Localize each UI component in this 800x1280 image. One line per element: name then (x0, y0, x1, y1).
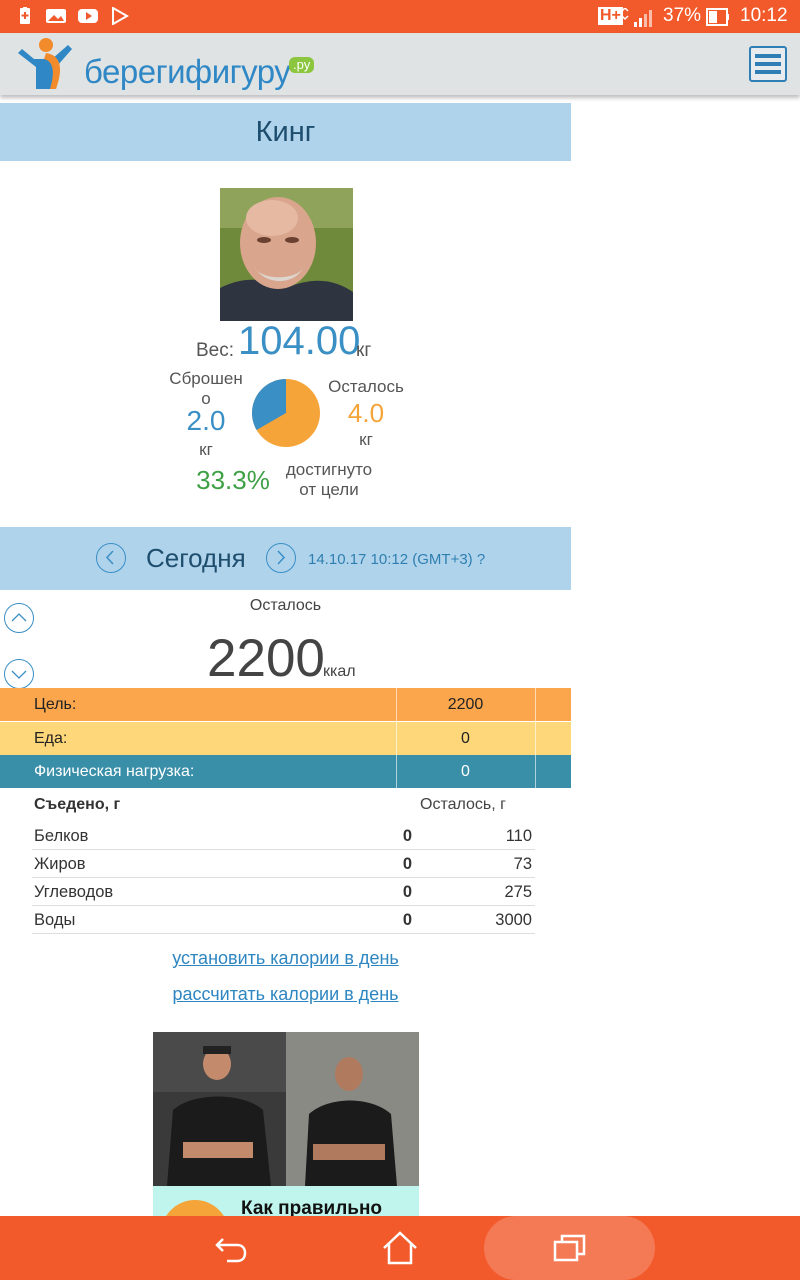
remaining-value: 4.0 (347, 398, 385, 428)
logo-figure-icon[interactable] (12, 37, 82, 91)
profile-name-bar: Кинг (0, 103, 571, 161)
profile-name: Кинг (255, 116, 316, 148)
kcal-remaining-value: 2200 (207, 629, 325, 688)
macro-row-water: Воды 0 3000 (32, 906, 535, 934)
chevron-right-icon (277, 550, 286, 565)
remaining-unit: кг (359, 430, 373, 449)
lost-value: 2.0 (186, 405, 226, 436)
today-datetime[interactable]: 14.10.17 10:12 (GMT+3) ? (308, 551, 485, 568)
signal-icon (621, 8, 652, 27)
lost-label: Сброшен о (169, 369, 243, 408)
weight-unit: кг (356, 340, 372, 361)
logo-suffix: .ру (289, 57, 315, 73)
calc-calories-link[interactable]: рассчитать калории в день (0, 984, 571, 1005)
lost-unit: кг (199, 440, 213, 459)
scroll-down-button[interactable] (4, 659, 34, 689)
app-header: берегифигуру .ру (0, 33, 800, 95)
prev-day-button[interactable] (96, 543, 126, 573)
macro-row-protein: Белков 0 110 (32, 822, 535, 850)
remaining-header: Осталось, г (420, 796, 506, 813)
play-store-icon (112, 7, 130, 25)
progress-pie-chart (252, 379, 320, 447)
back-icon[interactable] (213, 1233, 249, 1265)
youtube-icon (78, 9, 98, 23)
macro-row-fat: Жиров 0 73 (32, 850, 535, 878)
promo-caption: Как правильно (241, 1198, 383, 1217)
today-bar: Сегодня 14.10.17 10:12 (GMT+3) ? (0, 527, 571, 590)
eaten-header: Съедено, г (34, 796, 121, 813)
clock: 10:12 (740, 5, 788, 26)
chevron-left-icon (105, 550, 114, 565)
status-bar: H+ 37% 10:12 (0, 0, 800, 33)
promo-badge (161, 1200, 229, 1217)
kcal-remaining-label: Осталось (249, 597, 322, 614)
avatar[interactable] (220, 188, 353, 321)
home-icon[interactable] (381, 1230, 419, 1266)
set-calories-link[interactable]: установить калории в день (0, 948, 571, 969)
progress-label: достигнуто от цели (285, 460, 373, 499)
chevron-down-icon (11, 670, 27, 679)
promo-caption-bar: Как правильно (153, 1186, 419, 1217)
weight-value: 104.00 (238, 319, 361, 363)
food-row: Еда: 0 (0, 722, 571, 755)
recent-apps-icon[interactable] (552, 1232, 588, 1264)
kcal-unit: ккал (323, 663, 356, 680)
goal-row: Цель: 2200 (0, 688, 571, 721)
logo-text[interactable]: берегифигуру (84, 53, 291, 91)
system-nav-bar (0, 1216, 800, 1280)
promo-banner[interactable]: Как правильно (153, 1032, 419, 1217)
next-day-button[interactable] (266, 543, 296, 573)
macro-row-carbs: Углеводов 0 275 (32, 878, 535, 906)
gallery-icon (46, 9, 66, 23)
exercise-row: Физическая нагрузка: 0 (0, 755, 571, 788)
weight-label: Вес: (196, 340, 235, 361)
today-label: Сегодня (146, 543, 246, 573)
remaining-label: Осталось (328, 377, 404, 396)
hamburger-menu-icon[interactable] (749, 46, 787, 82)
progress-percent: 33.3% (196, 465, 270, 495)
battery-percent: 37% (663, 5, 702, 26)
battery-saver-icon (20, 7, 30, 24)
timezone-help[interactable]: ? (477, 551, 485, 568)
battery-icon (706, 8, 729, 26)
